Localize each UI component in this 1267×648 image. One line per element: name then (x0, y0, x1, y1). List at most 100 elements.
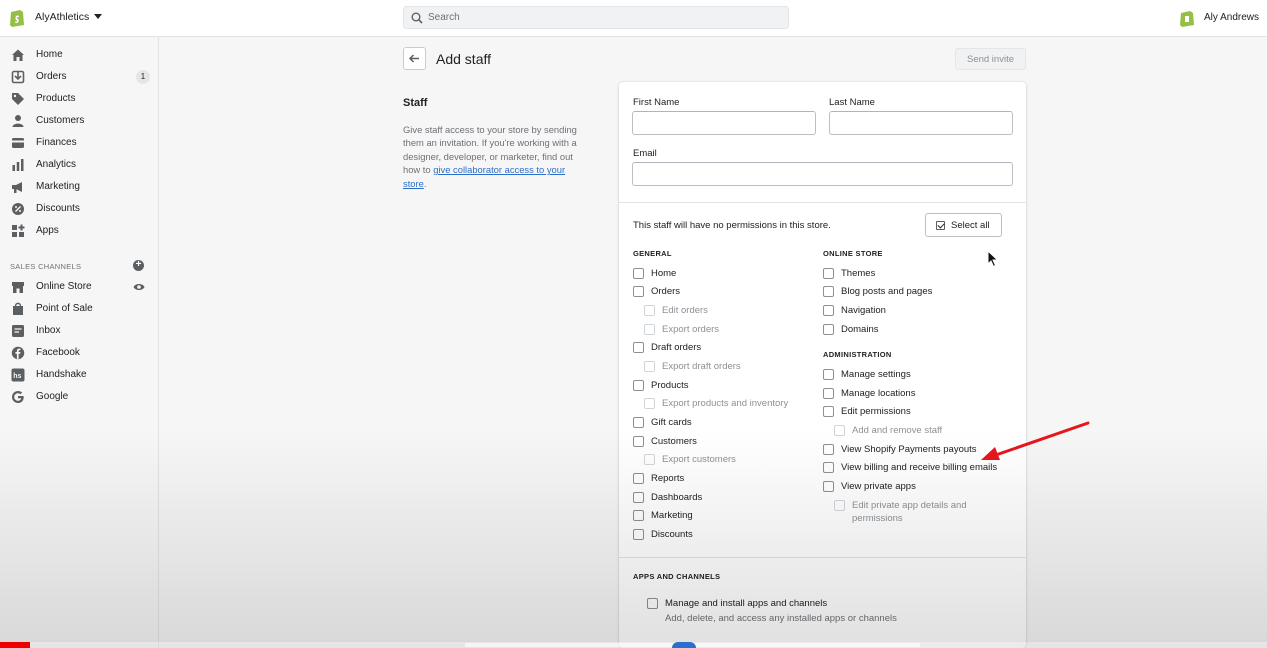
shopify-logo-icon[interactable] (9, 8, 25, 27)
sidebar-item-apps[interactable]: Apps (0, 221, 159, 241)
checkbox[interactable] (633, 268, 644, 279)
apps-group-title: APPS AND CHANNELS (633, 572, 721, 581)
checkbox[interactable] (823, 444, 834, 455)
first-name-field[interactable] (632, 111, 816, 135)
checkbox[interactable] (823, 324, 834, 335)
orders-icon (11, 70, 25, 84)
apps-description: Add, delete, and access any installed ap… (665, 613, 897, 624)
orders-count-badge: 1 (136, 70, 150, 84)
sidebar-item-label: Google (36, 391, 69, 402)
first-name-label: First Name (633, 97, 680, 108)
checkbox[interactable] (823, 268, 834, 279)
last-name-label: Last Name (829, 97, 875, 108)
search-icon (411, 12, 423, 24)
sidebar-item-facebook[interactable]: Facebook (0, 343, 159, 363)
sidebar-item-label: Apps (36, 225, 59, 236)
person-icon (12, 115, 24, 127)
email-field[interactable] (632, 162, 1013, 186)
checkbox[interactable] (633, 529, 644, 540)
sidebar-item-analytics[interactable]: Analytics (0, 155, 159, 175)
google-icon (12, 391, 24, 403)
checkbox[interactable] (823, 406, 834, 417)
select-all-button[interactable]: Select all (925, 213, 1002, 237)
checkbox[interactable] (834, 425, 845, 436)
checkbox[interactable] (823, 305, 834, 316)
avatar[interactable] (1179, 9, 1195, 27)
checkbox[interactable] (644, 324, 655, 335)
email-label: Email (633, 148, 657, 159)
store-icon (12, 282, 24, 293)
page-title: Add staff (436, 51, 492, 67)
checkbox[interactable] (823, 388, 834, 399)
checkbox[interactable] (633, 436, 644, 447)
checkbox[interactable] (633, 492, 644, 503)
checkbox[interactable] (633, 473, 644, 484)
sales-channels-title: SALES CHANNELS (10, 262, 82, 271)
last-name-field[interactable] (829, 111, 1013, 135)
sidebar-item-handshake[interactable]: hs Handshake (0, 365, 159, 385)
sidebar-item-finances[interactable]: Finances (0, 133, 159, 153)
checkbox[interactable] (647, 598, 658, 609)
staff-description: Give staff access to your store by sendi… (403, 123, 591, 190)
eye-icon[interactable] (133, 282, 145, 292)
sidebar-item-google[interactable]: Google (0, 387, 159, 407)
sidebar-item-customers[interactable]: Customers (0, 111, 159, 131)
sidebar-item-point-of-sale[interactable]: Point of Sale (0, 299, 159, 319)
pos-icon (13, 302, 23, 315)
checkbox[interactable] (823, 286, 834, 297)
bar-chart-icon (12, 159, 24, 171)
general-group-title: GENERAL (633, 249, 672, 258)
staff-section-heading: Staff (403, 97, 428, 109)
divider (619, 202, 1026, 203)
sidebar-item-home[interactable]: Home (0, 45, 159, 65)
search-input[interactable]: Search (403, 6, 789, 29)
sidebar-item-label: Orders (36, 71, 67, 82)
checkbox[interactable] (644, 398, 655, 409)
perm-label: Navigation (841, 305, 886, 316)
sidebar-item-label: Point of Sale (36, 303, 93, 314)
sidebar-item-label: Analytics (36, 159, 77, 170)
sidebar-item-orders[interactable]: Orders 1 (0, 67, 159, 87)
send-invite-button[interactable]: Send invite (955, 48, 1026, 70)
sidebar-item-inbox[interactable]: Inbox (0, 321, 159, 341)
sidebar-item-label: Home (36, 49, 63, 60)
add-staff-card: First Name Last Name Email This staff wi… (619, 82, 1026, 648)
checkbox[interactable] (644, 454, 655, 465)
add-channel-icon[interactable]: + (133, 260, 144, 271)
checkbox[interactable] (633, 417, 644, 428)
perm-label: Marketing (651, 510, 693, 521)
checkbox[interactable] (834, 500, 845, 511)
perm-label: Reports (651, 473, 685, 484)
checkbox[interactable] (633, 342, 644, 353)
perm-label: Customers (651, 436, 697, 447)
checkbox[interactable] (823, 481, 834, 492)
checkbox[interactable] (644, 361, 655, 372)
video-scrub-handle[interactable] (672, 642, 696, 648)
store-name[interactable]: AlyAthletics (35, 11, 89, 23)
back-button[interactable] (403, 47, 426, 70)
sidebar-item-products[interactable]: Products (0, 89, 159, 109)
user-name[interactable]: Aly Andrews (1204, 12, 1259, 23)
handshake-icon: hs (11, 368, 25, 382)
sidebar-item-discounts[interactable]: Discounts (0, 199, 159, 219)
sidebar-item-label: Inbox (36, 325, 61, 336)
checkbox[interactable] (633, 380, 644, 391)
checkbox[interactable] (823, 462, 834, 473)
checkbox[interactable] (633, 286, 644, 297)
perm-label: Themes (841, 268, 876, 279)
checkbox[interactable] (644, 305, 655, 316)
sidebar-item-label: Marketing (36, 181, 80, 192)
perm-label: Domains (841, 324, 879, 335)
video-progress-bar[interactable] (0, 642, 31, 648)
perm-label: Export orders (662, 324, 720, 335)
checkbox-checked-icon (936, 221, 945, 230)
perm-label: Dashboards (651, 492, 703, 503)
checkbox[interactable] (633, 510, 644, 521)
perm-label: Add and remove staff (852, 425, 943, 436)
sidebar-item-label: Online Store (36, 281, 92, 292)
checkbox[interactable] (823, 369, 834, 380)
sidebar-item-marketing[interactable]: Marketing (0, 177, 159, 197)
sidebar-item-label: Handshake (36, 369, 87, 380)
perm-label: Export customers (662, 454, 736, 465)
chevron-down-icon[interactable] (94, 14, 102, 19)
